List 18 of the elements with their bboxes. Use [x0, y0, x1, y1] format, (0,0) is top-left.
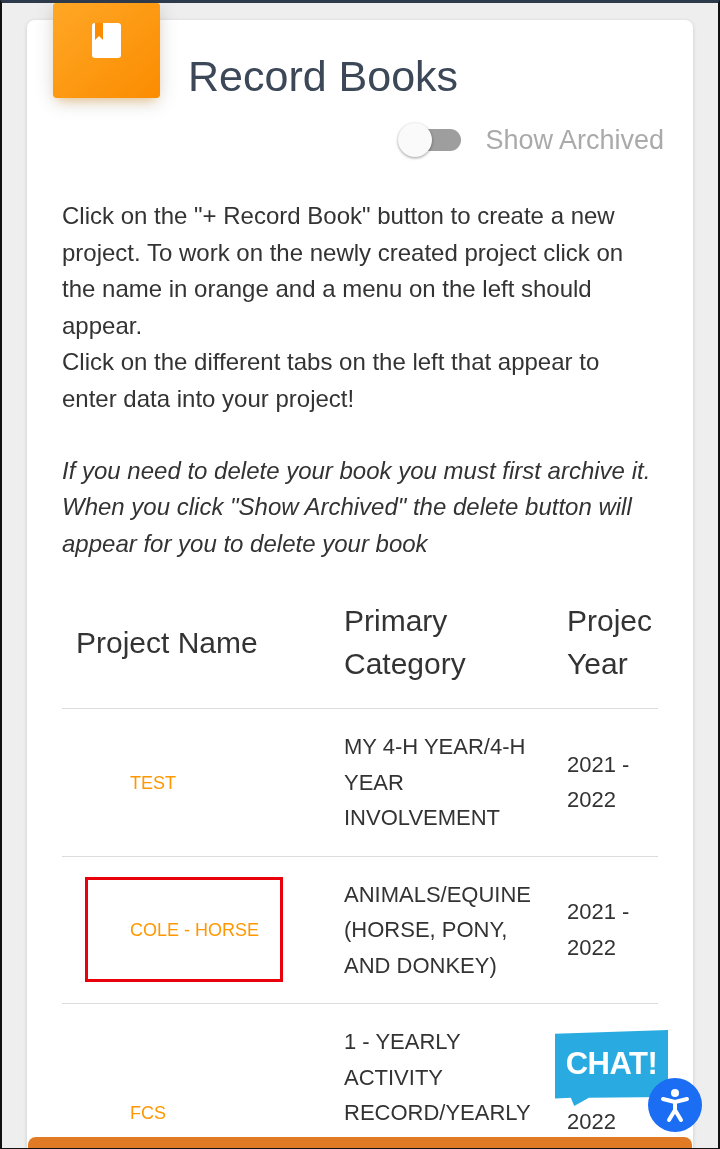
column-header: Project Name [76, 625, 258, 659]
show-archived-label: Show Archived [485, 124, 664, 157]
table-cell: 2021 - 2022 [567, 751, 630, 813]
instruction-text: Click on the different tabs on the left that appear to enter data into your project! [62, 347, 601, 414]
column-header: Primary Category [344, 604, 466, 680]
table-cell: 2022 [567, 1109, 616, 1134]
archive-note: If you need to delete your book you must first archive it. When you click "Show Archived" the delete button will appear for you to delete your book [62, 455, 652, 559]
table-cell: 2021 - 2022 [567, 899, 630, 960]
instruction-text: Click on the "+ Record Book" button to create a new project. To work on the newly created project click on the name in orange and a menu on the left should appear. [62, 201, 625, 341]
table-cell: ANIMALS/EQUINE (HORSE, PONY, AND DONKEY) [344, 881, 532, 978]
page-title: Record Books [188, 51, 459, 101]
accessibility-icon[interactable] [648, 1078, 702, 1132]
project-name-link[interactable]: TEST [130, 772, 176, 793]
project-name-link[interactable]: COLE - HORSE [130, 920, 260, 941]
column-header: Projec Year [567, 604, 653, 680]
table-cell: MY 4-H YEAR/4-H YEAR INVOLVEMENT [344, 734, 526, 830]
project-name-link[interactable]: FCS [130, 1103, 166, 1124]
table-cell: 1 - YEARLY ACTIVITY RECORD/YEARLY [344, 1029, 531, 1125]
